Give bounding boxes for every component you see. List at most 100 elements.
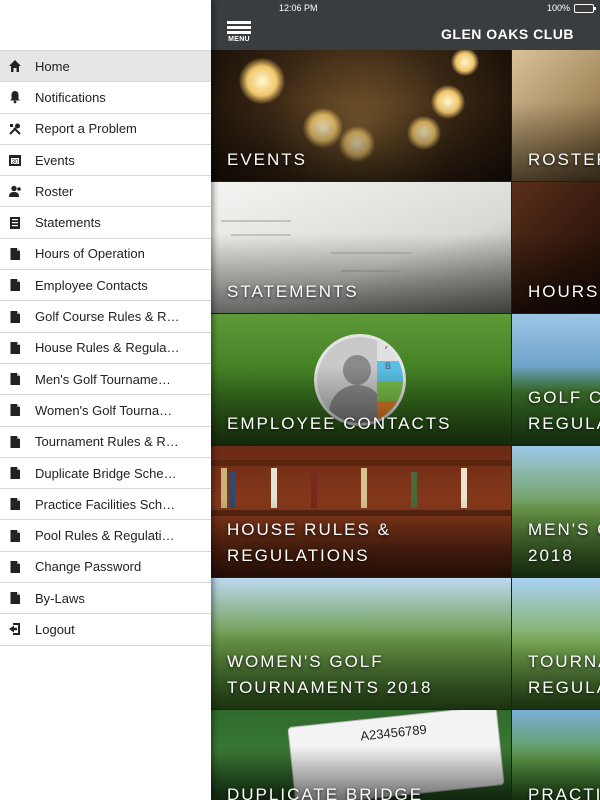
sidebar-item-label: Employee Contacts [35, 277, 148, 293]
sidebar-item-label: Events [35, 152, 75, 168]
sidebar-item-pool-rules-regulati[interactable]: Pool Rules & Regulati… [0, 520, 211, 552]
sidebar-item-by-laws[interactable]: By-Laws [0, 583, 211, 615]
tile-tournament-rules[interactable]: TOURNA REGULA [512, 578, 600, 709]
sidebar-item-logout[interactable]: Logout [0, 614, 211, 646]
tile-mens-golf[interactable]: MEN'S G 2018 [512, 446, 600, 577]
sidebar-item-label: Statements [35, 215, 101, 231]
sidebar-item-label: Pool Rules & Regulati… [35, 528, 175, 544]
tile-tourn-line2: REGULA [528, 678, 600, 697]
sidebar-item-notifications[interactable]: Notifications [0, 82, 211, 114]
status-battery: 100% [546, 3, 596, 13]
tile-roster[interactable]: ROSTER [512, 50, 600, 181]
tile-womens-line2: TOURNAMENTS 2018 [227, 678, 433, 697]
sidebar-item-employee-contacts[interactable]: Employee Contacts [0, 270, 211, 302]
hamburger-icon-bar [227, 26, 251, 29]
tile-golf-line1: GOLF CO [528, 388, 600, 407]
sidebar-item-report-a-problem[interactable]: Report a Problem [0, 114, 211, 145]
sidebar-item-practice-facilities-sch[interactable]: Practice Facilities Sch… [0, 489, 211, 521]
tile-duplicate-bridge[interactable]: A23456789 DUPLICATE BRIDGE [211, 710, 511, 800]
menu-button[interactable]: MENU [225, 19, 253, 47]
sidebar-item-home[interactable]: Home [0, 51, 211, 83]
document-icon [8, 466, 22, 480]
tile-hours[interactable]: HOURS [512, 182, 600, 313]
tile-mens-line1: MEN'S G [528, 520, 600, 539]
tile-events-label: EVENTS [227, 150, 308, 169]
tile-house-label: HOUSE RULES & REGULATIONS [227, 517, 391, 569]
battery-percent: 100% [546, 3, 570, 13]
tile-roster-label: ROSTER [528, 150, 600, 169]
tile-grid: EVENTS ROSTER STATEMENTS HOURS [211, 50, 600, 800]
sidebar-item-women-s-golf-tourna[interactable]: Women's Golf Tourna… [0, 395, 211, 427]
contacts-tab-a: A [377, 341, 403, 361]
tile-bridge-label: DUPLICATE BRIDGE [227, 785, 424, 800]
tile-practice-label: PRACTIC [528, 785, 600, 800]
tile-house-rules[interactable]: HOUSE RULES & REGULATIONS [211, 446, 511, 577]
document-icon [8, 591, 22, 605]
hamburger-icon [227, 21, 251, 24]
sidebar-item-duplicate-bridge-sche[interactable]: Duplicate Bridge Sche… [0, 458, 211, 490]
calendar-icon: 30 [8, 153, 22, 167]
tile-hours-label: HOURS [528, 282, 600, 301]
sidebar-item-label: Golf Course Rules & R… [35, 309, 180, 325]
tile-tourn-line1: TOURNA [528, 652, 600, 671]
document-icon [8, 341, 22, 355]
statement-icon [8, 216, 22, 230]
sidebar-item-label: Hours of Operation [35, 246, 145, 262]
tile-womens-golf[interactable]: WOMEN'S GOLF TOURNAMENTS 2018 [211, 578, 511, 709]
sidebar-item-label: Duplicate Bridge Sche… [35, 465, 177, 481]
sidebar-item-label: Report a Problem [35, 121, 137, 137]
tile-golf-course-rules[interactable]: GOLF CO REGULA [512, 314, 600, 445]
sidebar-item-tournament-rules-r[interactable]: Tournament Rules & R… [0, 427, 211, 458]
tile-house-line2: REGULATIONS [227, 546, 370, 565]
tile-statements[interactable]: STATEMENTS [211, 182, 511, 313]
sidebar-item-label: Change Password [35, 559, 142, 575]
sidebar-item-label: House Rules & Regula… [35, 340, 180, 356]
sidebar-item-label: Men's Golf Tourname… [35, 371, 171, 387]
side-menu-list: Home Notifications Report a Problem 30 Event… [0, 50, 211, 646]
tile-mens-label: MEN'S G 2018 [528, 517, 600, 569]
document-icon [8, 247, 22, 261]
sidebar-item-label: Logout [35, 621, 75, 637]
tools-icon [8, 122, 22, 136]
menu-label: MENU [228, 36, 250, 43]
tile-practice-facilities[interactable]: PRACTIC [512, 710, 600, 800]
people-icon [8, 184, 22, 198]
tile-golf-line2: REGULA [528, 414, 600, 433]
tile-statements-label: STATEMENTS [227, 282, 359, 301]
document-icon [8, 372, 22, 386]
sidebar-item-statements[interactable]: Statements [0, 207, 211, 239]
sidebar-item-hours-of-operation[interactable]: Hours of Operation [0, 239, 211, 271]
tile-golf-label: GOLF CO REGULA [528, 385, 600, 437]
tile-employee-label: EMPLOYEE CONTACTS [227, 414, 452, 433]
sidebar-item-men-s-golf-tourname[interactable]: Men's Golf Tourname… [0, 364, 211, 396]
battery-icon [574, 3, 596, 13]
app-bar: MENU GLEN OAKS CLUB [211, 16, 600, 50]
tile-mens-line2: 2018 [528, 546, 574, 565]
sidebar-item-roster[interactable]: Roster [0, 176, 211, 208]
tile-employee-contacts[interactable]: A B EMPLOYEE CONTACTS [211, 314, 511, 445]
sidebar-item-label: Tournament Rules & R… [35, 434, 179, 450]
side-drawer: Home Notifications Report a Problem 30 Event… [0, 0, 211, 800]
document-icon [8, 497, 22, 511]
sidebar-item-label: Notifications [35, 89, 106, 105]
logout-icon [8, 622, 22, 636]
document-icon [8, 278, 22, 292]
club-title: GLEN OAKS CLUB [441, 26, 574, 42]
document-icon [8, 310, 22, 324]
sidebar-item-events[interactable]: 30 Events [0, 145, 211, 177]
sidebar-item-change-password[interactable]: Change Password [0, 552, 211, 584]
status-bar: 12:06 PM 100% [211, 0, 600, 16]
tile-events[interactable]: EVENTS [211, 50, 511, 181]
document-icon [8, 403, 22, 417]
bell-icon [8, 90, 22, 104]
sidebar-item-label: By-Laws [35, 590, 85, 606]
sidebar-item-house-rules-regula[interactable]: House Rules & Regula… [0, 333, 211, 364]
status-time: 12:06 PM [279, 3, 318, 13]
tile-womens-line1: WOMEN'S GOLF [227, 652, 384, 671]
app-root: 12:06 PM 100% MENU GLEN OAKS CLUB EVENTS… [0, 0, 600, 800]
document-icon [8, 560, 22, 574]
sidebar-item-golf-course-rules-r[interactable]: Golf Course Rules & R… [0, 301, 211, 333]
sidebar-item-label: Roster [35, 183, 74, 199]
sidebar-item-label: Women's Golf Tourna… [35, 402, 173, 418]
svg-text:30: 30 [12, 160, 19, 166]
